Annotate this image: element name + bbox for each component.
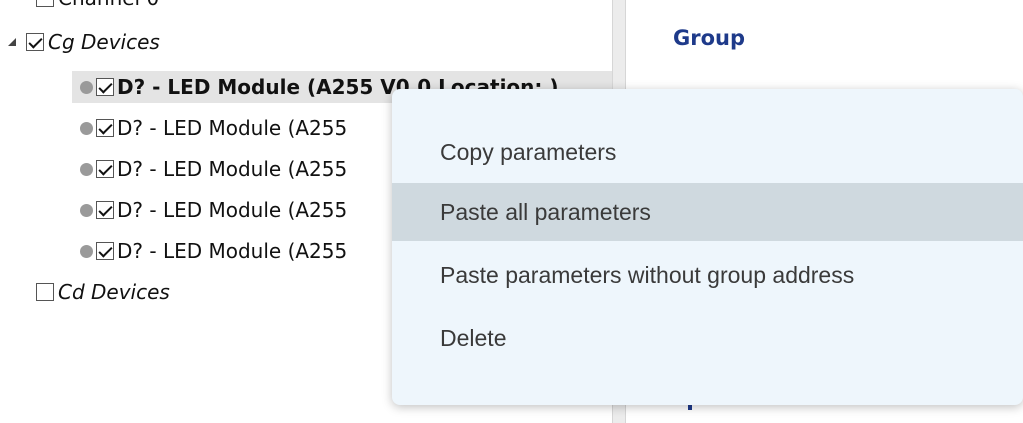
status-dot-icon	[80, 121, 93, 135]
status-dot-icon	[80, 203, 93, 217]
status-dot-icon	[80, 162, 93, 176]
tree-item-device[interactable]: D? - LED Module (A255	[80, 192, 347, 228]
tree-item-device[interactable]: D? - LED Module (A255	[80, 233, 347, 269]
tree-item-device[interactable]: D? - LED Module (A255	[80, 151, 347, 187]
menu-item-paste-without-group-address[interactable]: Paste parameters without group address	[392, 246, 1023, 304]
tree-item-label: Channel 0	[58, 0, 159, 10]
device-label: D? - LED Module (A255	[117, 157, 348, 181]
tree-group-cg[interactable]: Cg Devices	[8, 24, 160, 60]
device-checkbox[interactable]	[96, 242, 114, 260]
status-dot-icon	[80, 80, 93, 94]
tree-group-cd[interactable]: Cd Devices	[36, 274, 170, 310]
tree-item-device[interactable]: D? - LED Module (A255	[80, 110, 347, 146]
device-checkbox[interactable]	[96, 119, 114, 137]
menu-item-paste-all-parameters[interactable]: Paste all parameters	[392, 183, 1023, 241]
device-label: D? - LED Module (A255	[117, 116, 348, 140]
menu-item-delete[interactable]: Delete	[392, 309, 1023, 367]
menu-item-copy-parameters[interactable]: Copy parameters	[392, 123, 1023, 181]
device-checkbox[interactable]	[96, 201, 114, 219]
device-checkbox[interactable]	[96, 160, 114, 178]
device-checkbox[interactable]	[96, 78, 114, 96]
device-label: D? - LED Module (A255	[117, 198, 348, 222]
cg-devices-checkbox[interactable]	[26, 33, 44, 51]
tree-group-label: Cg Devices	[48, 30, 160, 54]
group-section-title: Group	[673, 26, 746, 50]
status-dot-icon	[80, 244, 93, 258]
tree-item-channel[interactable]: Channel 0	[36, 0, 159, 16]
channel-checkbox[interactable]	[36, 0, 54, 7]
device-label: D? - LED Module (A255	[117, 239, 348, 263]
tree-group-label: Cd Devices	[58, 280, 170, 304]
cd-devices-checkbox[interactable]	[36, 283, 54, 301]
context-menu: Copy parameters Paste all parameters Pas…	[392, 89, 1023, 405]
expand-triangle-icon[interactable]	[8, 38, 16, 46]
